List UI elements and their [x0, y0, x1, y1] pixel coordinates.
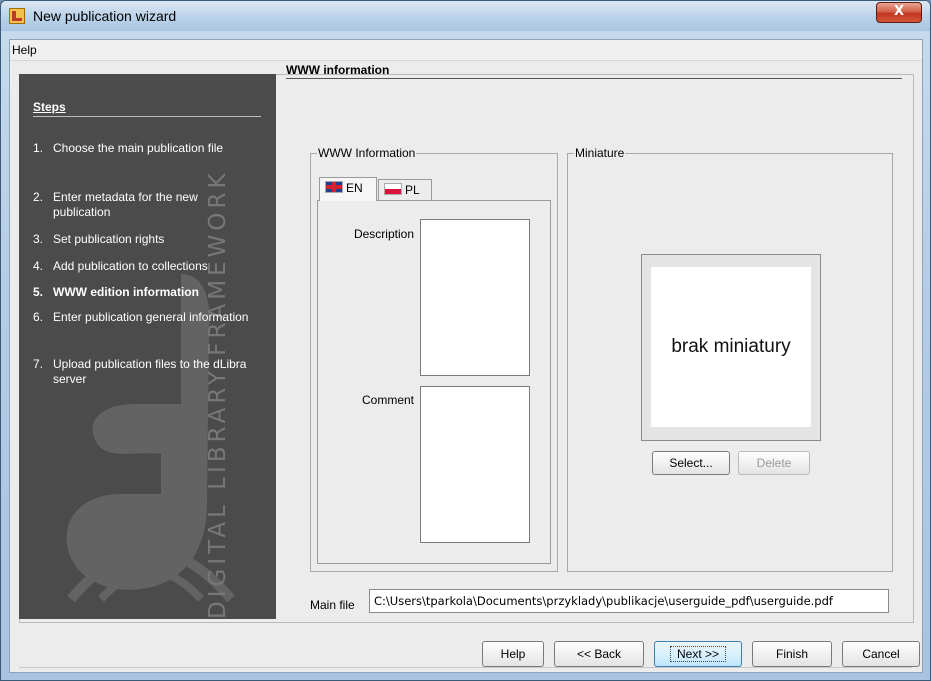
wizard-window: New publication wizard X Help DIGITAL LI…	[0, 0, 931, 681]
step-label: Enter publication general information	[53, 310, 249, 324]
step-number: 2.	[33, 190, 44, 204]
main-file-field[interactable]: C:\Users\tparkola\Documents\przyklady\pu…	[369, 589, 889, 613]
delete-miniature-button[interactable]: Delete	[738, 451, 810, 475]
menu-help[interactable]: Help	[12, 43, 37, 57]
www-group-legend: WWW Information	[317, 146, 417, 160]
tab-pl[interactable]: PL	[378, 179, 432, 201]
cancel-button[interactable]: Cancel	[842, 641, 920, 667]
steps-panel: DIGITAL LIBRARY FRAMEWORK Steps 1. Choos…	[19, 74, 276, 619]
finish-button[interactable]: Finish	[752, 641, 832, 667]
description-label: Description	[353, 227, 414, 241]
step-label: WWW edition information	[53, 285, 199, 299]
miniature-preview-frame: brak miniatury	[641, 254, 821, 441]
step-number: 1.	[33, 141, 44, 155]
step-number: 4.	[33, 259, 44, 273]
tab-pl-label: PL	[405, 183, 420, 197]
next-button-label: Next >>	[669, 646, 727, 662]
page-title: WWW information	[286, 63, 902, 79]
next-button[interactable]: Next >>	[654, 641, 742, 667]
close-button[interactable]: X	[876, 2, 922, 23]
app-icon	[9, 8, 25, 24]
help-button[interactable]: Help	[482, 641, 544, 667]
poland-flag-icon	[384, 183, 402, 195]
miniature-placeholder: brak miniatury	[651, 267, 811, 427]
back-button[interactable]: << Back	[554, 641, 644, 667]
step-number: 5.	[33, 285, 44, 299]
step-label: Choose the main publication file	[53, 141, 224, 155]
description-textarea[interactable]	[420, 219, 530, 376]
tab-en-label: EN	[346, 181, 363, 195]
comment-textarea[interactable]	[420, 386, 530, 543]
step-label: Set publication rights	[53, 232, 165, 246]
bottom-separator	[19, 667, 912, 668]
miniature-group-legend: Miniature	[574, 146, 626, 160]
steps-title: Steps	[33, 100, 261, 117]
main-file-label: Main file	[310, 598, 355, 612]
step-label: Add publication to collections	[53, 259, 208, 273]
window-title: New publication wizard	[33, 8, 177, 24]
uk-flag-icon	[325, 181, 343, 193]
comment-label: Comment	[361, 393, 414, 407]
step-number: 7.	[33, 357, 44, 371]
step-number: 3.	[33, 232, 44, 246]
step-number: 6.	[33, 310, 44, 324]
menu-bar: Help	[10, 40, 922, 61]
step-label: Upload publication files to the dLibra s…	[53, 357, 247, 386]
title-bar: New publication wizard X	[1, 1, 930, 31]
step-label: Enter metadata for the new publication	[53, 190, 198, 219]
select-miniature-button[interactable]: Select...	[652, 451, 730, 475]
tab-en[interactable]: EN	[319, 177, 377, 201]
